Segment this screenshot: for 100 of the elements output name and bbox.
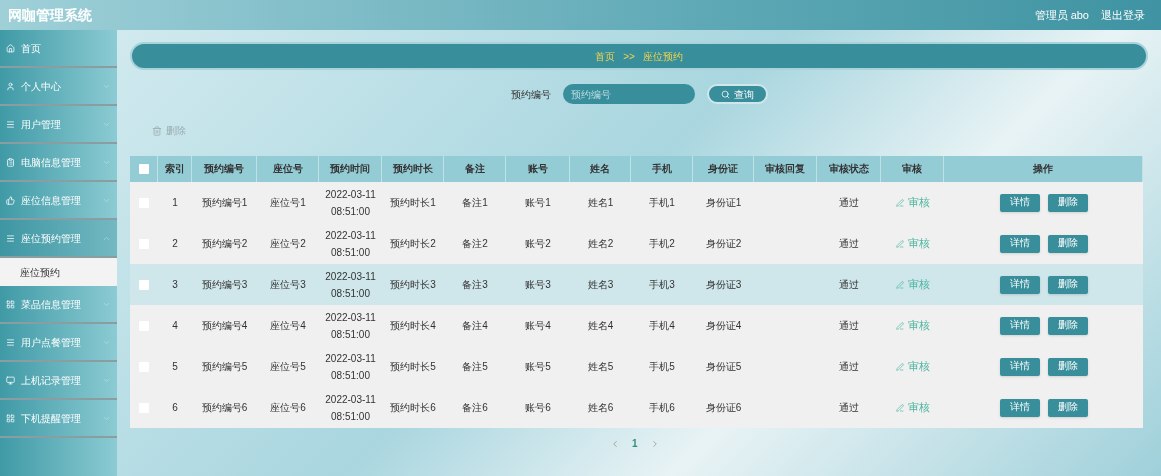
search-label: 预约编号 [510, 87, 551, 102]
sidebar-item[interactable]: 座位信息管理 [0, 182, 117, 220]
home-icon [6, 43, 15, 53]
table-cell-text: 备注3 [462, 278, 488, 292]
table-cell-text: 2022-03-11 08:51:00 [324, 269, 377, 301]
table-cell-text: 2022-03-11 08:51:00 [324, 392, 377, 424]
sidebar-item[interactable]: 下机提醒管理 [0, 400, 117, 438]
search-field[interactable]: 预约编号 [562, 84, 695, 104]
review-link[interactable]: 审核 [895, 358, 930, 375]
review-link[interactable]: 审核 [895, 317, 930, 334]
thumbs-up-icon [6, 195, 15, 205]
table-cell-text: 手机5 [649, 360, 675, 374]
pen-icon [895, 403, 904, 412]
sidebar-item[interactable]: 电脑信息管理 [0, 144, 117, 182]
table-cell-text: 账号3 [525, 278, 551, 292]
table-cell-text: 账号2 [525, 237, 551, 251]
sidebar-subitem[interactable]: 座位预约 [0, 258, 117, 286]
sidebar-item[interactable]: 座位预约管理 [0, 220, 117, 258]
search-button[interactable]: 查询 [706, 84, 768, 104]
pen-icon [895, 280, 904, 289]
table-cell-text: 备注2 [462, 237, 488, 251]
sidebar-item[interactable]: 菜品信息管理 [0, 286, 117, 324]
breadcrumb-current: 座位预约 [642, 49, 683, 64]
table-cell-text: 账号5 [525, 360, 551, 374]
delete-row-button[interactable]: 删除 [1047, 316, 1088, 335]
table-cell-text: 预约编号1 [201, 196, 248, 210]
table-cell-text: 预约编号3 [201, 278, 248, 292]
review-link[interactable]: 审核 [895, 399, 930, 416]
table-cell-text: 3 [172, 278, 178, 292]
table-cell-text: 备注4 [462, 319, 488, 333]
review-link[interactable]: 审核 [895, 235, 930, 252]
table-cell-text: 备注6 [462, 401, 488, 415]
menu-icon [6, 119, 15, 129]
delete-row-button[interactable]: 删除 [1047, 357, 1088, 376]
table-cell-text: 2022-03-11 08:51:00 [324, 228, 377, 260]
search-icon [720, 89, 730, 99]
sidebar-item[interactable]: 上机记录管理 [0, 362, 117, 400]
table-cell-text: 预约时长3 [390, 278, 436, 292]
review-link[interactable]: 审核 [895, 194, 930, 211]
table-cell-text: 姓名6 [587, 401, 614, 415]
table-cell-text: 手机6 [649, 401, 675, 415]
delete-row-button[interactable]: 删除 [1047, 275, 1088, 294]
table-cell-text: 通过 [839, 401, 859, 415]
table-cell-text: 预约编号5 [201, 360, 248, 374]
table-cell-text: 通过 [839, 237, 859, 251]
breadcrumb-link[interactable]: 首页 [595, 48, 616, 64]
table-cell-text: 2 [172, 237, 178, 251]
table-cell-text: 预约时长1 [390, 196, 436, 210]
pen-icon [895, 239, 904, 248]
page-number[interactable]: 1 [632, 436, 638, 451]
logout-link[interactable]: 退出登录 [1101, 6, 1145, 24]
table-cell-text: 预约时长6 [390, 401, 436, 415]
table-cell-text: 手机3 [649, 278, 675, 292]
admin-label: 管理员 abo [1034, 7, 1089, 23]
table-cell-text: 5 [172, 360, 178, 374]
table-cell-text: 预约编号4 [201, 319, 248, 333]
details-button[interactable]: 详情 [999, 316, 1040, 335]
table-cell-text: 通过 [839, 360, 859, 374]
trash-icon [152, 125, 162, 136]
table-cell-text: 账号1 [525, 196, 551, 210]
review-link[interactable]: 审核 [895, 276, 930, 293]
table-cell-text: 姓名5 [587, 360, 614, 374]
details-button[interactable]: 详情 [999, 234, 1040, 253]
table-cell-text: 预约编号2 [201, 237, 248, 251]
table-cell-text: 手机2 [649, 237, 675, 251]
table-cell-text: 备注5 [462, 360, 488, 374]
table-cell-text: 姓名2 [587, 237, 614, 251]
previous-page-icon[interactable] [610, 438, 620, 449]
table-cell-text: 通过 [839, 278, 859, 292]
menu-icon [6, 337, 15, 347]
delete-row-button[interactable]: 删除 [1047, 398, 1088, 417]
table-cell-text: 2022-03-11 08:51:00 [324, 310, 377, 342]
app-title: 网咖管理系统 [8, 5, 92, 25]
sidebar-item[interactable]: 个人中心 [0, 68, 117, 106]
details-button[interactable]: 详情 [999, 357, 1040, 376]
table-cell-text: 座位号4 [270, 319, 306, 333]
table-cell-text: 身份证6 [705, 401, 742, 415]
sidebar-item[interactable]: 用户点餐管理 [0, 324, 117, 362]
sidebar-item[interactable]: 首页 [0, 30, 117, 68]
table-cell-text: 座位号6 [270, 401, 306, 415]
delete-row-button[interactable]: 删除 [1047, 234, 1088, 253]
row-checkbox[interactable] [139, 279, 149, 290]
pen-icon [895, 362, 904, 371]
table-cell-text: 账号4 [525, 319, 551, 333]
table-cell-text: 6 [172, 401, 178, 415]
sidebar-item[interactable]: 用户管理 [0, 106, 117, 144]
details-button[interactable]: 详情 [999, 275, 1040, 294]
table-cell-text: 预约时长4 [390, 319, 436, 333]
details-button[interactable]: 详情 [999, 193, 1040, 212]
details-button[interactable]: 详情 [999, 398, 1040, 417]
table-cell-text: 通过 [839, 319, 859, 333]
delete-row-button[interactable]: 删除 [1047, 193, 1088, 212]
monitor-icon [6, 375, 15, 385]
breadcrumb-separator: >> [623, 49, 635, 64]
table-cell-text: 通过 [839, 196, 859, 210]
table-cell-text: 身份证2 [705, 237, 742, 251]
table-cell-text: 预约编号6 [201, 401, 248, 415]
select-all-checkbox[interactable] [138, 164, 149, 174]
user-icon [6, 81, 15, 91]
table-cell-text: 备注1 [462, 196, 488, 210]
